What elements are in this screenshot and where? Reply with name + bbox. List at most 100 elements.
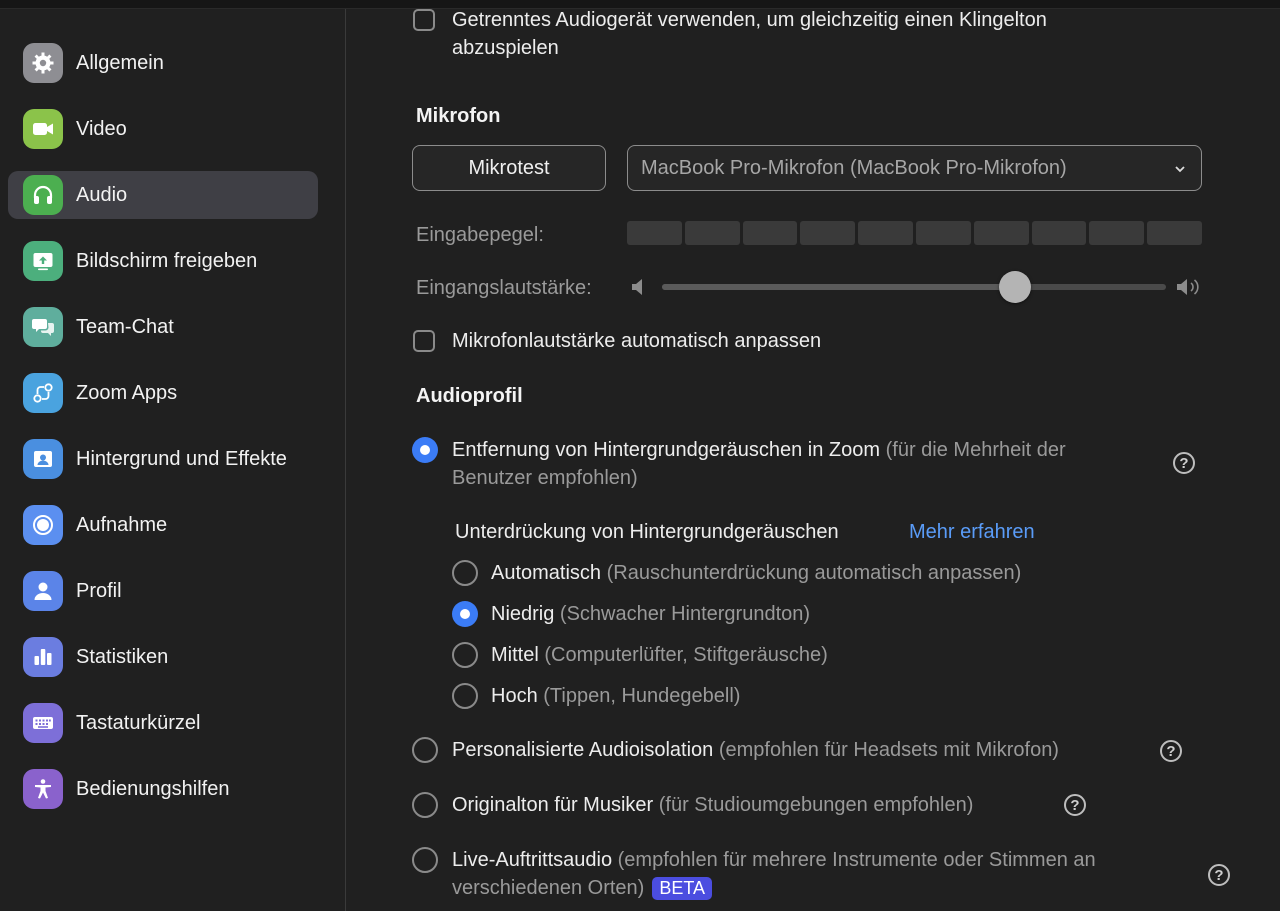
sidebar-item-zoom-apps[interactable]: Zoom Apps (8, 369, 318, 417)
microphone-select-value: MacBook Pro-Mikrofon (MacBook Pro-Mikrof… (641, 157, 1067, 179)
bar-chart-icon (23, 637, 63, 677)
auto-adjust-mic-volume-checkbox[interactable] (413, 330, 435, 352)
suppression-automatic-option: Automatisch (Rauschunterdrückung automat… (491, 562, 1021, 585)
noise-removal-radio[interactable] (412, 437, 438, 463)
suppression-low-label: Niedrig (491, 603, 555, 625)
sidebar-item-team-chat[interactable]: Team-Chat (8, 303, 318, 351)
original-sound-musicians-hint: (für Studioumgebungen empfohlen) (658, 794, 974, 816)
suppression-medium-radio[interactable] (452, 642, 478, 668)
sidebar-item-allgemein[interactable]: Allgemein (8, 39, 318, 87)
input-volume-slider[interactable] (662, 271, 1166, 303)
microphone-select[interactable]: MacBook Pro-Mikrofon (MacBook Pro-Mikrof… (627, 145, 1202, 191)
live-performance-audio-hint-line2: verschiedenen Orten) (452, 877, 645, 899)
speaker-high-icon (1177, 279, 1199, 295)
chevron-down-icon (1175, 166, 1185, 173)
original-sound-musicians-radio[interactable] (412, 792, 438, 818)
level-meter-segment (973, 221, 1029, 245)
personalized-audio-isolation-hint: (empfohlen für Headsets mit Mikrofon) (718, 739, 1059, 761)
gear-icon (23, 43, 63, 83)
input-volume-label: Eingangslautstärke: (416, 277, 592, 299)
window-top-edge (0, 0, 1280, 9)
speaker-low-icon (632, 279, 642, 295)
live-performance-audio-label: Live-Auftrittsaudio (452, 849, 613, 871)
learn-more-link[interactable]: Mehr erfahren (909, 521, 1035, 544)
sidebar-item-tastaturkuerzel[interactable]: Tastaturkürzel (8, 699, 318, 747)
person-icon (23, 571, 63, 611)
sidebar-item-aufnahme[interactable]: Aufnahme (8, 501, 318, 549)
slider-knob[interactable] (998, 271, 1031, 303)
original-sound-musicians-label: Originalton für Musiker (452, 794, 654, 816)
sidebar-item-label: Bildschirm freigeben (76, 249, 258, 272)
suppression-high-label: Hoch (491, 685, 538, 707)
microphone-section-title: Mikrofon (416, 105, 501, 127)
sidebar-item-label: Allgemein (76, 51, 164, 74)
apps-icon (23, 373, 63, 413)
sidebar-item-label: Video (76, 117, 127, 140)
sidebar-item-label: Hintergrund und Effekte (76, 447, 287, 470)
help-icon[interactable]: ? (1064, 794, 1086, 816)
sidebar-item-label: Statistiken (76, 645, 169, 668)
sidebar-item-hintergrund-und-effekte[interactable]: Hintergrund und Effekte (8, 435, 318, 483)
personalized-audio-isolation-radio[interactable] (412, 737, 438, 763)
level-meter-segment (627, 221, 682, 245)
headphones-icon (23, 175, 63, 215)
personalized-audio-isolation-option: Personalisierte Audioisolation (empfohle… (452, 739, 1059, 762)
sidebar-item-label: Team-Chat (76, 315, 174, 338)
person-background-icon (23, 439, 63, 479)
help-icon[interactable]: ? (1160, 740, 1182, 762)
audio-profile-section-title: Audioprofil (416, 385, 523, 407)
sidebar-item-bildschirm-freigeben[interactable]: Bildschirm freigeben (8, 237, 318, 285)
sidebar-item-label: Audio (76, 183, 128, 206)
noise-removal-label-line1: Entfernung von Hintergrundgeräuschen in … (452, 439, 1066, 462)
suppression-automatic-radio[interactable] (452, 560, 478, 586)
separate-ringtone-device-label-line1: Getrenntes Audiogerät verwenden, um glei… (452, 9, 1047, 31)
slider-fill (662, 284, 1015, 290)
help-icon[interactable]: ? (1208, 864, 1230, 886)
level-meter-segment (684, 221, 740, 245)
noise-removal-label: Entfernung von Hintergrundgeräuschen in … (452, 439, 881, 461)
suppression-low-option: Niedrig (Schwacher Hintergrundton) (491, 603, 810, 626)
level-meter-segment (916, 221, 971, 245)
input-level-meter (627, 221, 1202, 245)
level-meter-segment (858, 221, 913, 245)
level-meter-segment (1089, 221, 1145, 245)
sidebar-item-label: Profil (76, 579, 122, 602)
settings-sidebar: Allgemein Video Audio Bildschirm freigeb… (0, 9, 346, 911)
sidebar-item-statistiken[interactable]: Statistiken (8, 633, 318, 681)
accessibility-icon (23, 769, 63, 809)
noise-removal-hint-line2: Benutzer empfohlen) (452, 467, 638, 489)
video-camera-icon (23, 109, 63, 149)
suppression-high-option: Hoch (Tippen, Hundegebell) (491, 685, 740, 708)
chat-bubbles-icon (23, 307, 63, 347)
mic-test-button-label: Mikrotest (468, 156, 550, 179)
sidebar-item-label: Zoom Apps (76, 381, 178, 404)
level-meter-segment (800, 221, 856, 245)
suppression-high-radio[interactable] (452, 683, 478, 709)
suppression-low-hint: (Schwacher Hintergrundton) (559, 603, 811, 625)
help-icon[interactable]: ? (1173, 452, 1195, 474)
suppression-automatic-label: Automatisch (491, 562, 602, 584)
noise-removal-hint: (für die Mehrheit der (885, 439, 1066, 461)
record-icon (23, 505, 63, 545)
live-performance-audio-line2: verschiedenen Orten) BETA (452, 877, 713, 900)
live-performance-audio-radio[interactable] (412, 847, 438, 873)
sidebar-item-video[interactable]: Video (8, 105, 318, 153)
beta-badge: BETA (652, 877, 713, 900)
suppression-automatic-hint: (Rauschunterdrückung automatisch anpasse… (606, 562, 1022, 584)
suppression-low-radio[interactable] (452, 601, 478, 627)
sidebar-item-bedienungshilfen[interactable]: Bedienungshilfen (8, 765, 318, 813)
live-performance-audio-option: Live-Auftrittsaudio (empfohlen für mehre… (452, 849, 1096, 872)
level-meter-segment (742, 221, 798, 245)
suppression-high-hint: (Tippen, Hundegebell) (543, 685, 741, 707)
separate-ringtone-device-checkbox[interactable] (413, 9, 435, 31)
suppression-medium-option: Mittel (Computerlüfter, Stiftgeräusche) (491, 644, 828, 667)
mic-test-button[interactable]: Mikrotest (412, 145, 606, 191)
live-performance-audio-hint: (empfohlen für mehrere Instrumente oder … (617, 849, 1096, 871)
sidebar-item-label: Bedienungshilfen (76, 777, 230, 800)
sidebar-item-audio[interactable]: Audio (8, 171, 318, 219)
level-meter-segment (1147, 221, 1202, 245)
separate-ringtone-device-label-line2: abzuspielen (452, 37, 559, 59)
original-sound-musicians-option: Originalton für Musiker (für Studioumgeb… (452, 794, 973, 817)
sidebar-item-profil[interactable]: Profil (8, 567, 318, 615)
auto-adjust-mic-volume-label: Mikrofonlautstärke automatisch anpassen (452, 330, 822, 352)
